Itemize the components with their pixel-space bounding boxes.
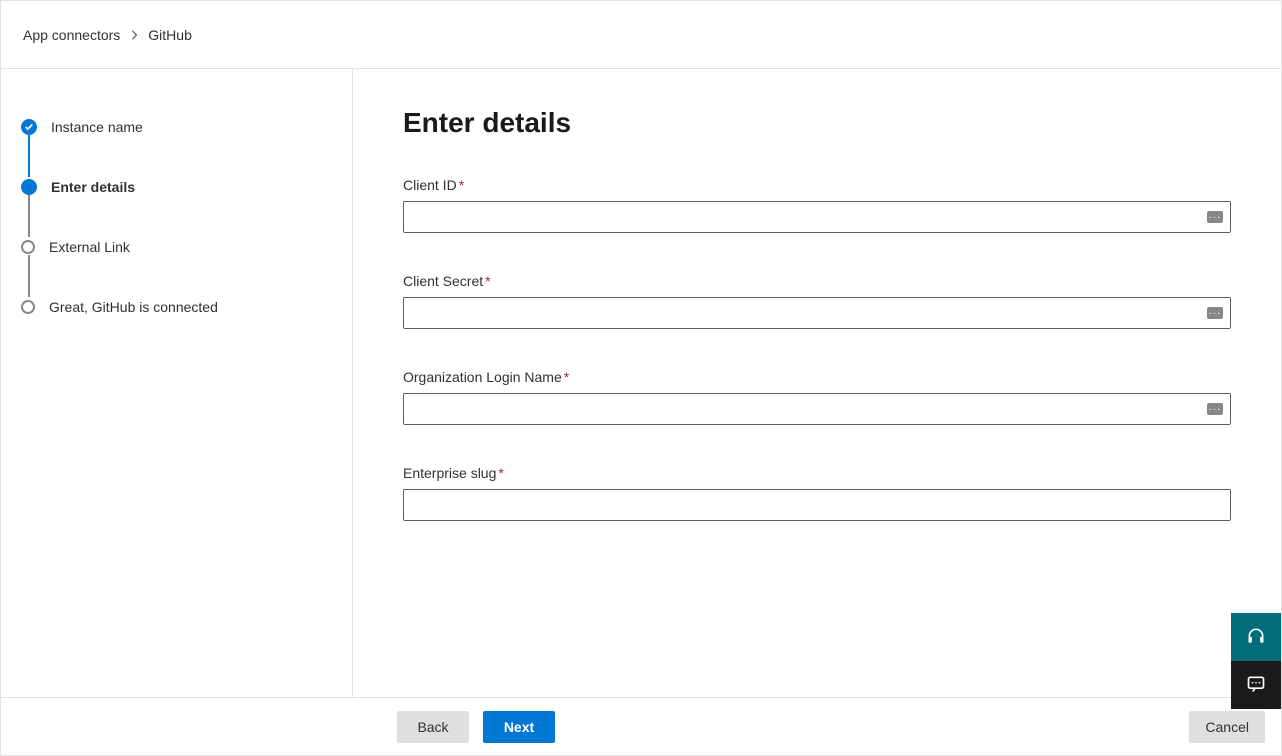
breadcrumb: App connectors GitHub	[1, 1, 1281, 69]
field-client-id: Client ID* ···	[403, 177, 1231, 233]
wizard-steps-sidebar: Instance name Enter details External Lin…	[1, 69, 353, 697]
field-label: Enterprise slug*	[403, 465, 1231, 481]
wizard-footer: Back Next Cancel	[1, 697, 1281, 755]
breadcrumb-current: GitHub	[148, 27, 192, 43]
ellipsis-icon[interactable]: ···	[1207, 307, 1223, 319]
chevron-right-icon	[130, 27, 138, 43]
required-asterisk: *	[459, 177, 464, 193]
wizard-step-label: Instance name	[51, 119, 143, 135]
main-content: Enter details Client ID* ··· Client Secr…	[353, 69, 1281, 697]
wizard-step-label: External Link	[49, 239, 130, 255]
page-root: App connectors GitHub Instance name Ente…	[0, 0, 1282, 756]
ellipsis-icon[interactable]: ···	[1207, 403, 1223, 415]
field-label: Client Secret*	[403, 273, 1231, 289]
required-asterisk: *	[498, 465, 503, 481]
breadcrumb-parent-link[interactable]: App connectors	[23, 27, 120, 43]
ellipsis-icon[interactable]: ···	[1207, 211, 1223, 223]
empty-circle-icon	[21, 240, 35, 254]
wizard-step-enter-details[interactable]: Enter details	[21, 177, 328, 197]
wizard-step-connected[interactable]: Great, GitHub is connected	[21, 297, 328, 317]
next-button[interactable]: Next	[483, 711, 555, 743]
headset-icon	[1246, 626, 1266, 649]
field-label: Client ID*	[403, 177, 1231, 193]
field-client-secret: Client Secret* ···	[403, 273, 1231, 329]
floating-actions	[1231, 613, 1281, 709]
enterprise-slug-input[interactable]	[403, 489, 1231, 521]
empty-circle-icon	[21, 300, 35, 314]
field-org-login: Organization Login Name* ···	[403, 369, 1231, 425]
field-enterprise-slug: Enterprise slug*	[403, 465, 1231, 521]
field-label: Organization Login Name*	[403, 369, 1231, 385]
client-id-input[interactable]	[403, 201, 1231, 233]
filled-circle-icon	[21, 179, 37, 195]
wizard-step-external-link[interactable]: External Link	[21, 237, 328, 257]
wizard-step-label: Great, GitHub is connected	[49, 299, 218, 315]
back-button[interactable]: Back	[397, 711, 469, 743]
wizard-step-label: Enter details	[51, 179, 135, 195]
support-button[interactable]	[1231, 613, 1281, 661]
required-asterisk: *	[564, 369, 569, 385]
org-login-input[interactable]	[403, 393, 1231, 425]
chat-icon	[1246, 674, 1266, 697]
page-title: Enter details	[403, 107, 1231, 139]
wizard-step-instance-name[interactable]: Instance name	[21, 117, 328, 137]
check-circle-icon	[21, 119, 37, 135]
client-secret-input[interactable]	[403, 297, 1231, 329]
feedback-button[interactable]	[1231, 661, 1281, 709]
required-asterisk: *	[485, 273, 490, 289]
cancel-button[interactable]: Cancel	[1189, 711, 1265, 743]
